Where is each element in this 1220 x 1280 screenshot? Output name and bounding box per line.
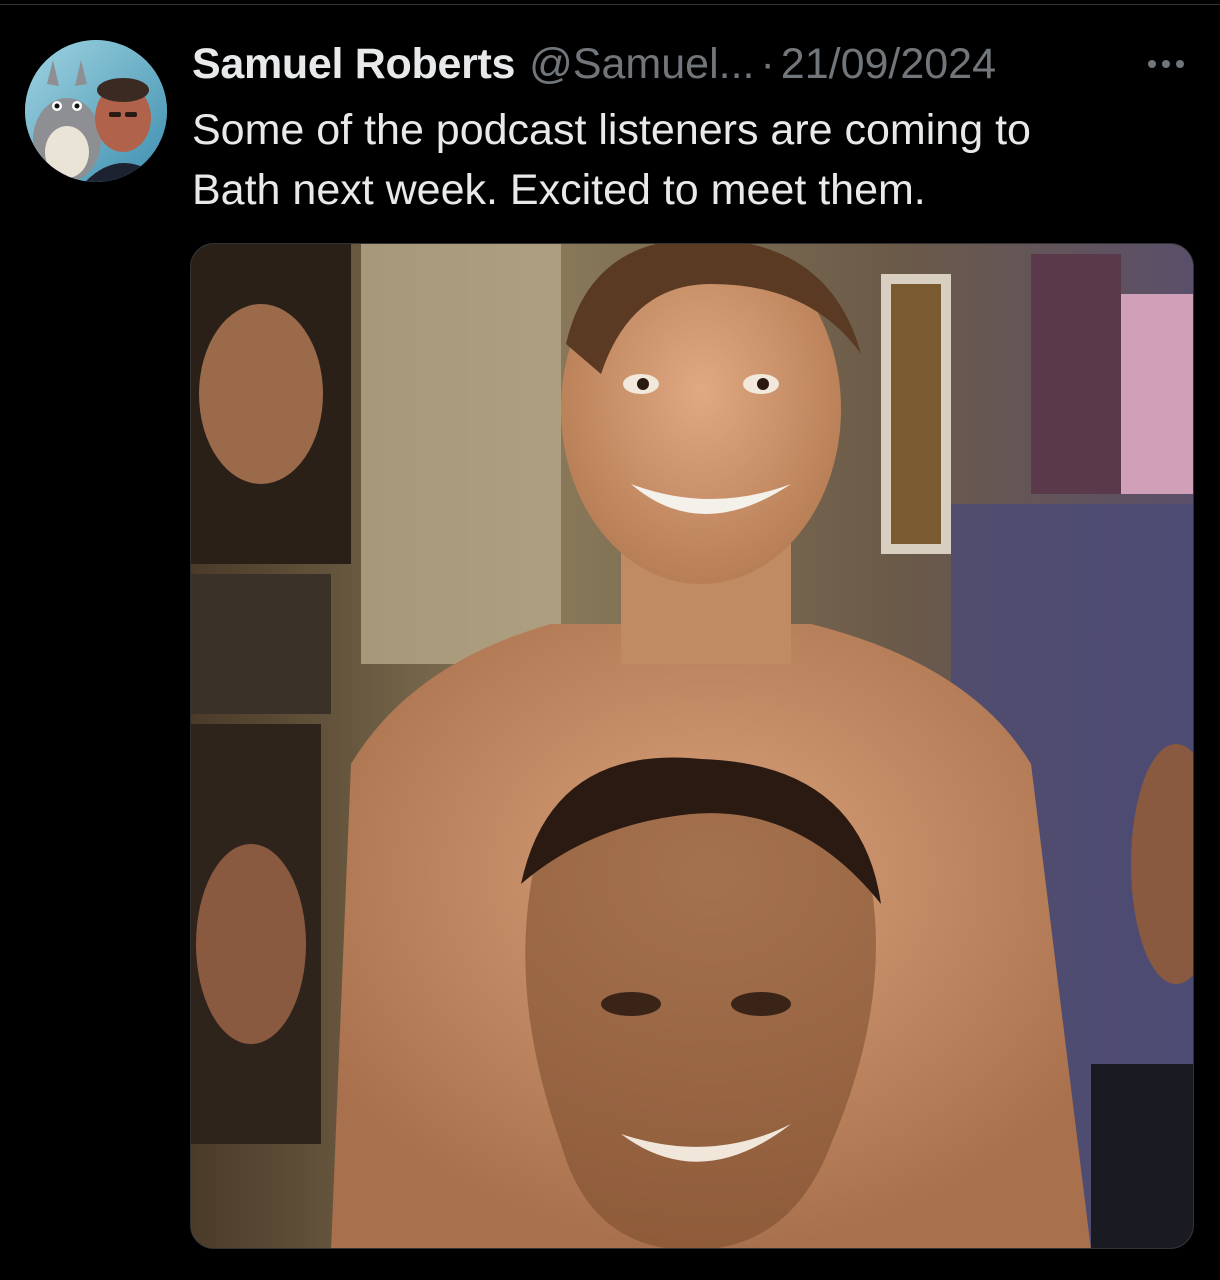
top-divider xyxy=(0,4,1220,5)
tweet-media-photo[interactable] xyxy=(190,243,1194,1249)
photo-image xyxy=(191,244,1193,1248)
tweet-text-line: Bath next week. Excited to meet them. xyxy=(192,166,926,214)
more-options-button[interactable] xyxy=(1140,46,1192,82)
author-avatar[interactable] xyxy=(25,40,167,182)
tweet-header: Samuel Roberts @Samuel... · 21/09/2024 xyxy=(192,36,996,92)
avatar-image xyxy=(25,40,167,182)
tweet-text: Some of the podcast listeners are coming… xyxy=(192,100,1192,220)
author-handle[interactable]: @Samuel... xyxy=(529,36,754,92)
more-horizontal-icon xyxy=(1148,60,1184,68)
author-display-name[interactable]: Samuel Roberts xyxy=(192,36,515,92)
separator-dot: · xyxy=(760,40,775,88)
tweet-text-line: Some of the podcast listeners are coming… xyxy=(192,106,1031,154)
tweet-timestamp[interactable]: 21/09/2024 xyxy=(781,36,996,92)
tweet-actions-area xyxy=(190,1270,1194,1280)
